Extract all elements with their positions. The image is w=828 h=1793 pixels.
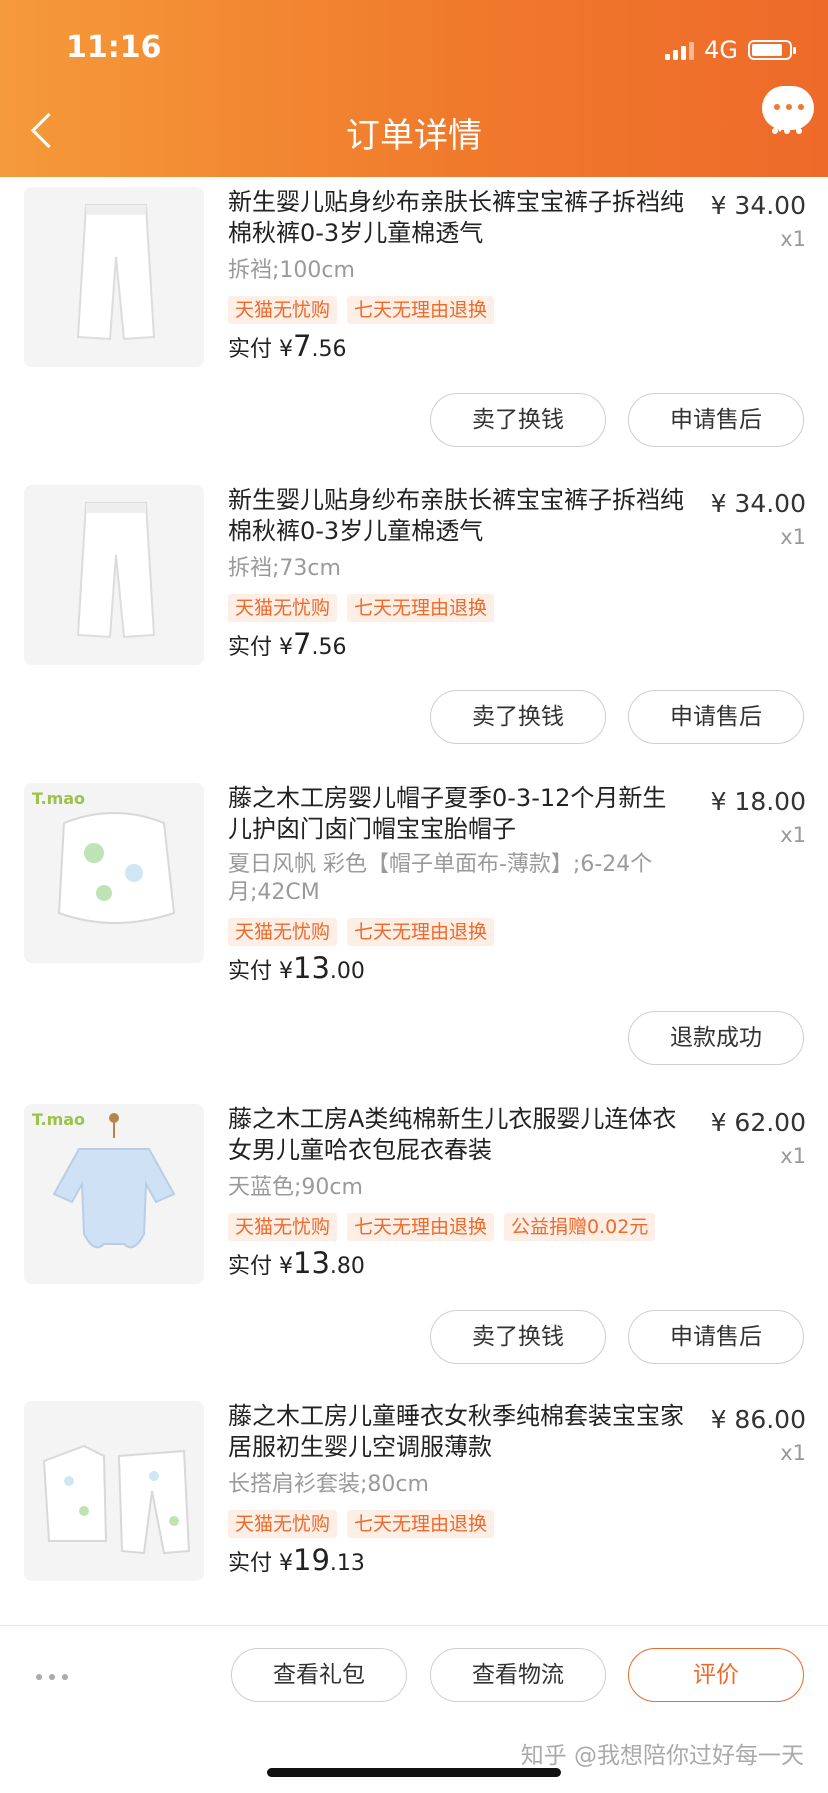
product-sku: 夏日风帆 彩色【帽子单面布-薄款】;6-24个月;42CM xyxy=(228,852,653,905)
page-title: 订单详情 xyxy=(346,116,482,156)
product-thumbnail[interactable] xyxy=(24,187,204,367)
view-gift-button[interactable]: 查看礼包 xyxy=(231,1648,407,1702)
tag-tmall-worry-free: 天猫无忧购 xyxy=(228,594,338,622)
paid-amount: 实付 ¥13.00 xyxy=(228,951,365,985)
product-quantity: x1 xyxy=(780,1441,806,1465)
product-price: ¥ 18.00 xyxy=(710,787,806,816)
after-sales-button[interactable]: 申请售后 xyxy=(628,393,804,447)
paid-label: 实付 xyxy=(228,635,273,660)
view-logistics-button[interactable]: 查看物流 xyxy=(430,1648,606,1702)
service-tags: 天猫无忧购 七天无理由退换 xyxy=(228,594,495,622)
paid-currency: ¥ xyxy=(279,1254,294,1279)
paid-integer: 19 xyxy=(293,1543,330,1577)
service-tags: 天猫无忧购 七天无理由退换 公益捐赠0.02元 xyxy=(228,1213,656,1241)
product-title[interactable]: 新生婴儿贴身纱布亲肤长裤宝宝裤子拆裆纯棉秋裤0-3岁儿童棉透气 xyxy=(228,187,688,249)
paid-label: 实付 xyxy=(228,337,273,362)
message-bubble-icon[interactable] xyxy=(762,86,814,132)
paid-amount: 实付 ¥19.13 xyxy=(228,1543,365,1577)
sell-for-cash-button[interactable]: 卖了换钱 xyxy=(430,1310,606,1364)
product-quantity: x1 xyxy=(780,227,806,251)
product-price: ¥ 34.00 xyxy=(710,489,806,518)
tag-charity-donation: 公益捐赠0.02元 xyxy=(504,1213,656,1241)
service-tags: 天猫无忧购 七天无理由退换 xyxy=(228,1510,495,1538)
paid-label: 实付 xyxy=(228,959,273,984)
product-title[interactable]: 藤之木工房A类纯棉新生儿衣服婴儿连体衣女男儿童哈衣包屁衣春装 xyxy=(228,1104,688,1166)
after-sales-button[interactable]: 申请售后 xyxy=(628,1310,804,1364)
paid-currency: ¥ xyxy=(279,1551,294,1576)
status-time: 11:16 xyxy=(66,30,162,65)
paid-decimal: .00 xyxy=(329,959,365,984)
paid-decimal: .56 xyxy=(311,635,347,660)
product-price: ¥ 62.00 xyxy=(710,1108,806,1137)
product-price: ¥ 86.00 xyxy=(710,1405,806,1434)
signal-icon xyxy=(665,40,695,60)
sell-for-cash-button[interactable]: 卖了换钱 xyxy=(430,393,606,447)
paid-integer: 13 xyxy=(293,1246,330,1280)
watermark: 知乎 @我想陪你过好每一天 xyxy=(520,1743,804,1769)
paid-decimal: .80 xyxy=(329,1254,365,1279)
more-options-icon[interactable] xyxy=(36,1674,68,1680)
tag-tmall-worry-free: 天猫无忧购 xyxy=(228,918,338,946)
tag-tmall-worry-free: 天猫无忧购 xyxy=(228,1510,338,1538)
product-title[interactable]: 藤之木工房婴儿帽子夏季0-3-12个月新生儿护囟门卤门帽宝宝胎帽子 xyxy=(228,783,688,845)
header-bar: 11:16 4G 订单详情 xyxy=(0,0,828,177)
product-quantity: x1 xyxy=(780,823,806,847)
paid-decimal: .13 xyxy=(329,1551,365,1576)
product-thumbnail[interactable]: T.mao xyxy=(24,783,204,963)
tag-seven-day-return: 七天无理由退换 xyxy=(347,296,495,324)
product-title[interactable]: 新生婴儿贴身纱布亲肤长裤宝宝裤子拆裆纯棉秋裤0-3岁儿童棉透气 xyxy=(228,485,688,547)
sell-for-cash-button[interactable]: 卖了换钱 xyxy=(430,690,606,744)
tag-tmall-worry-free: 天猫无忧购 xyxy=(228,296,338,324)
product-sku: 拆裆;73cm xyxy=(228,556,341,581)
product-thumbnail[interactable] xyxy=(24,485,204,665)
network-label: 4G xyxy=(704,36,738,64)
product-sku: 长搭肩衫套装;80cm xyxy=(228,1472,429,1497)
paid-currency: ¥ xyxy=(279,337,294,362)
tag-seven-day-return: 七天无理由退换 xyxy=(347,918,495,946)
product-sku: 拆裆;100cm xyxy=(228,258,355,283)
product-title[interactable]: 藤之木工房儿童睡衣女秋季纯棉套装宝宝家居服初生婴儿空调服薄款 xyxy=(228,1401,688,1463)
refund-success-button[interactable]: 退款成功 xyxy=(628,1011,804,1065)
paid-amount: 实付 ¥7.56 xyxy=(228,329,346,363)
service-tags: 天猫无忧购 七天无理由退换 xyxy=(228,296,495,324)
paid-currency: ¥ xyxy=(279,635,294,660)
paid-decimal: .56 xyxy=(311,337,347,362)
product-thumbnail[interactable]: T.mao xyxy=(24,1104,204,1284)
paid-label: 实付 xyxy=(228,1551,273,1576)
paid-amount: 实付 ¥13.80 xyxy=(228,1246,365,1280)
paid-label: 实付 xyxy=(228,1254,273,1279)
paid-integer: 7 xyxy=(293,627,312,661)
home-indicator[interactable] xyxy=(267,1768,561,1777)
paid-integer: 7 xyxy=(293,329,312,363)
after-sales-button[interactable]: 申请售后 xyxy=(628,690,804,744)
paid-currency: ¥ xyxy=(279,959,294,984)
tag-seven-day-return: 七天无理由退换 xyxy=(347,1510,495,1538)
review-button[interactable]: 评价 xyxy=(628,1648,804,1702)
brand-logo: T.mao xyxy=(32,1110,86,1129)
product-thumbnail[interactable] xyxy=(24,1401,204,1581)
status-indicators: 4G xyxy=(665,36,796,64)
paid-integer: 13 xyxy=(293,951,330,985)
product-quantity: x1 xyxy=(780,1144,806,1168)
brand-logo: T.mao xyxy=(32,789,86,808)
bottom-action-bar: 查看礼包 查看物流 评价 知乎 @我想陪你过好每一天 xyxy=(0,1625,828,1793)
product-quantity: x1 xyxy=(780,525,806,549)
paid-amount: 实付 ¥7.56 xyxy=(228,627,346,661)
tag-seven-day-return: 七天无理由退换 xyxy=(347,1213,495,1241)
tag-tmall-worry-free: 天猫无忧购 xyxy=(228,1213,338,1241)
product-price: ¥ 34.00 xyxy=(710,191,806,220)
product-sku: 天蓝色;90cm xyxy=(228,1175,363,1200)
more-dots-icon[interactable] xyxy=(772,128,802,134)
service-tags: 天猫无忧购 七天无理由退换 xyxy=(228,918,495,946)
tag-seven-day-return: 七天无理由退换 xyxy=(347,594,495,622)
battery-icon xyxy=(748,40,796,60)
